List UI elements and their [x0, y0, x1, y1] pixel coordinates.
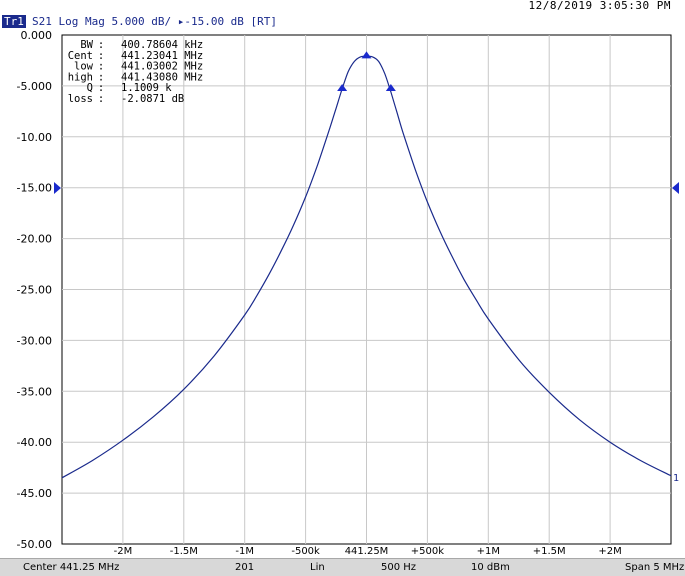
- stat-value: -2.0871 dB: [121, 93, 184, 105]
- x-tick-label: +500k: [411, 546, 444, 557]
- stat-label: loss: [68, 93, 93, 105]
- status-power[interactable]: 10 dBm: [471, 562, 510, 573]
- status-points[interactable]: 201: [235, 562, 254, 573]
- y-tick-label: -10.00: [17, 131, 52, 144]
- x-tick-label: 441.25M: [345, 546, 389, 557]
- y-tick-label: -25.00: [17, 284, 52, 297]
- ref-right-icon[interactable]: [672, 182, 679, 194]
- ref-left-icon[interactable]: [54, 182, 61, 194]
- x-tick-label: -1.5M: [170, 546, 198, 557]
- y-tick-label: -45.00: [17, 487, 52, 500]
- status-bar: Center 441.25 MHz 201 Lin 500 Hz 10 dBm …: [0, 558, 685, 576]
- bandwidth-stats: BW:400.78604 kHzCent:441.23041 MHzlow:44…: [68, 39, 203, 105]
- x-tick-label: -1M: [235, 546, 254, 557]
- y-tick-labels: 0.000 -5.000 -10.00 -15.00 -20.00 -25.00 -30.0…: [17, 29, 52, 551]
- y-tick-label: 0.000: [21, 29, 53, 42]
- x-tick-label: +2M: [598, 546, 621, 557]
- status-center[interactable]: Center 441.25 MHz: [23, 562, 119, 573]
- y-tick-label: -40.00: [17, 436, 52, 449]
- y-tick-label: -30.00: [17, 334, 52, 347]
- trace-chart[interactable]: 0.000 -5.000 -10.00 -15.00 -20.00 -25.00 -30.0…: [0, 0, 685, 558]
- trace-end-label: 1: [673, 473, 679, 484]
- y-tick-label: -20.00: [17, 233, 52, 246]
- stat-colon: :: [98, 93, 104, 105]
- y-tick-label: -15.00: [17, 182, 52, 195]
- x-tick-labels: -2M -1.5M -1M -500k 441.25M +500k +1M +1.5M +2M: [114, 546, 622, 557]
- status-span[interactable]: Span 5 MHz: [625, 562, 684, 573]
- y-tick-label: -50.00: [17, 538, 52, 551]
- x-tick-label: -2M: [114, 546, 133, 557]
- y-tick-label: -5.000: [17, 80, 52, 93]
- x-tick-label: -500k: [291, 546, 320, 557]
- x-tick-label: +1M: [477, 546, 500, 557]
- x-tick-label: +1.5M: [533, 546, 566, 557]
- y-tick-label: -35.00: [17, 385, 52, 398]
- status-ifbw[interactable]: 500 Hz: [381, 562, 416, 573]
- status-sweep-type[interactable]: Lin: [310, 562, 325, 573]
